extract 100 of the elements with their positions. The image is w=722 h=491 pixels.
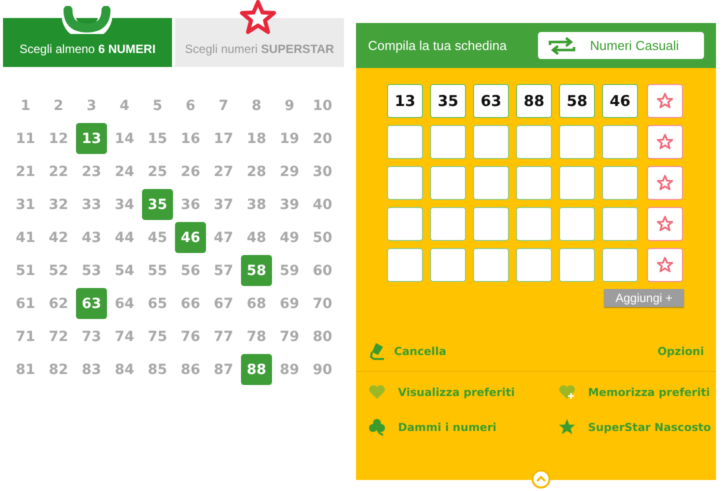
number-cell[interactable]: 88 [241,354,272,385]
ticket-cell[interactable] [430,166,466,200]
number-cell[interactable]: 68 [241,288,272,319]
number-cell[interactable]: 41 [10,222,41,253]
ticket-cell[interactable] [387,125,423,159]
number-cell[interactable]: 60 [307,255,338,286]
ticket-cell[interactable] [473,248,509,282]
number-cell[interactable]: 3 [76,90,107,121]
number-cell[interactable]: 40 [307,189,338,220]
number-cell[interactable]: 89 [274,354,305,385]
number-cell[interactable]: 61 [10,288,41,319]
number-cell[interactable]: 70 [307,288,338,319]
number-cell[interactable]: 82 [43,354,74,385]
ticket-cell[interactable]: 35 [430,84,466,118]
number-cell[interactable]: 26 [175,156,206,187]
number-cell[interactable]: 44 [109,222,140,253]
number-cell[interactable]: 78 [241,321,272,352]
number-cell[interactable]: 53 [76,255,107,286]
number-cell[interactable]: 67 [208,288,239,319]
ticket-cell[interactable] [473,125,509,159]
number-cell[interactable]: 73 [76,321,107,352]
number-cell[interactable]: 7 [208,90,239,121]
random-numbers-button[interactable]: Numeri Casuali [538,32,704,59]
ticket-cell[interactable] [559,166,595,200]
number-cell[interactable]: 56 [175,255,206,286]
number-cell[interactable]: 11 [10,123,41,154]
number-cell[interactable]: 43 [76,222,107,253]
number-cell[interactable]: 23 [76,156,107,187]
number-cell[interactable]: 34 [109,189,140,220]
superstar-cell[interactable] [647,207,683,241]
number-cell[interactable]: 36 [175,189,206,220]
number-cell[interactable]: 21 [10,156,41,187]
number-cell[interactable]: 83 [76,354,107,385]
option-link[interactable]: Visualizza preferiti [368,384,558,400]
number-cell[interactable]: 29 [274,156,305,187]
number-cell[interactable]: 48 [241,222,272,253]
ticket-cell[interactable] [559,125,595,159]
number-cell[interactable]: 17 [208,123,239,154]
ticket-cell[interactable] [602,125,638,159]
number-cell[interactable]: 15 [142,123,173,154]
number-cell[interactable]: 77 [208,321,239,352]
number-cell[interactable]: 86 [175,354,206,385]
number-cell[interactable]: 49 [274,222,305,253]
ticket-cell[interactable] [473,207,509,241]
number-cell[interactable]: 59 [274,255,305,286]
superstar-cell[interactable] [647,84,683,118]
superstar-cell[interactable] [647,125,683,159]
number-cell[interactable]: 22 [43,156,74,187]
number-cell[interactable]: 72 [43,321,74,352]
ticket-cell[interactable]: 13 [387,84,423,118]
number-cell[interactable]: 69 [274,288,305,319]
number-cell[interactable]: 62 [43,288,74,319]
number-cell[interactable]: 9 [274,90,305,121]
number-cell[interactable]: 90 [307,354,338,385]
ticket-cell[interactable] [602,248,638,282]
number-cell[interactable]: 27 [208,156,239,187]
ticket-cell[interactable]: 88 [516,84,552,118]
ticket-cell[interactable] [516,248,552,282]
number-cell[interactable]: 46 [175,222,206,253]
number-cell[interactable]: 1 [10,90,41,121]
number-cell[interactable]: 42 [43,222,74,253]
number-cell[interactable]: 2 [43,90,74,121]
number-cell[interactable]: 18 [241,123,272,154]
option-link[interactable]: Memorizza preferiti [558,384,714,400]
number-cell[interactable]: 25 [142,156,173,187]
ticket-cell[interactable]: 63 [473,84,509,118]
number-cell[interactable]: 10 [307,90,338,121]
tab[interactable]: Scegli numeri SUPERSTAR [175,18,344,67]
ticket-cell[interactable] [516,125,552,159]
number-cell[interactable]: 35 [142,189,173,220]
number-cell[interactable]: 24 [109,156,140,187]
number-cell[interactable]: 13 [76,123,107,154]
ticket-cell[interactable] [430,207,466,241]
number-cell[interactable]: 79 [274,321,305,352]
number-cell[interactable]: 58 [241,255,272,286]
number-cell[interactable]: 55 [142,255,173,286]
ticket-cell[interactable] [559,207,595,241]
number-cell[interactable]: 16 [175,123,206,154]
number-cell[interactable]: 20 [307,123,338,154]
option-link[interactable]: SuperStar Nascosto [558,418,714,436]
number-cell[interactable]: 64 [109,288,140,319]
tab[interactable]: Scegli almeno 6 NUMERI [3,18,172,67]
number-cell[interactable]: 65 [142,288,173,319]
number-cell[interactable]: 74 [109,321,140,352]
number-cell[interactable]: 19 [274,123,305,154]
ticket-cell[interactable] [387,207,423,241]
number-cell[interactable]: 76 [175,321,206,352]
ticket-cell[interactable] [602,166,638,200]
number-cell[interactable]: 84 [109,354,140,385]
number-cell[interactable]: 85 [142,354,173,385]
number-cell[interactable]: 33 [76,189,107,220]
ticket-cell[interactable] [473,166,509,200]
ticket-cell[interactable] [516,166,552,200]
number-cell[interactable]: 30 [307,156,338,187]
number-cell[interactable]: 6 [175,90,206,121]
ticket-cell[interactable] [387,166,423,200]
collapse-icon[interactable] [531,469,551,489]
number-cell[interactable]: 50 [307,222,338,253]
number-cell[interactable]: 28 [241,156,272,187]
ticket-cell[interactable]: 46 [602,84,638,118]
